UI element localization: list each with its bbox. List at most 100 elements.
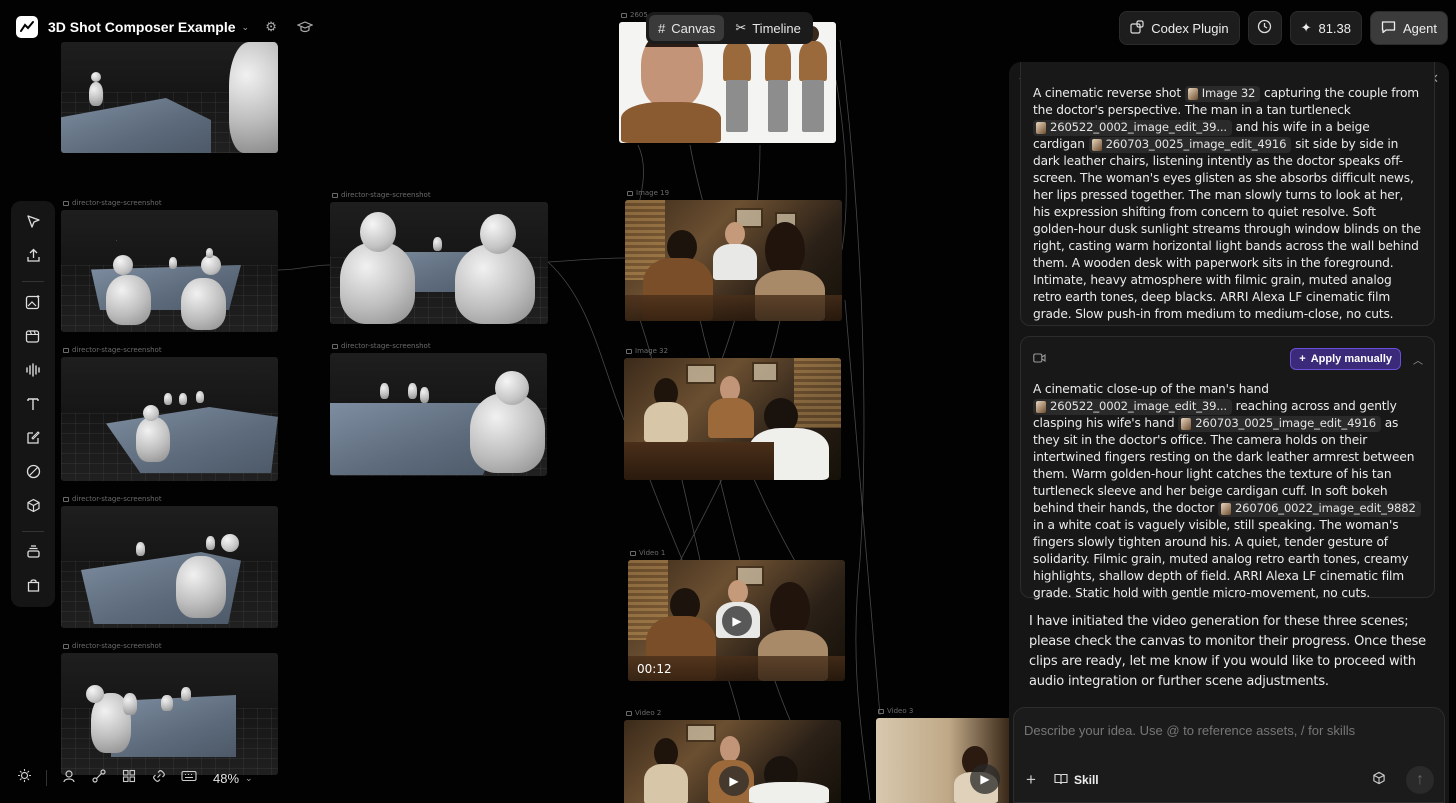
asset-chip[interactable]: 260706_0022_image_edit_9882 bbox=[1217, 500, 1421, 517]
asset-chip[interactable]: Image 32 bbox=[1184, 85, 1261, 102]
prompt-text: A cinematic reverse shot Image 32 captur… bbox=[1033, 85, 1423, 323]
asset-chip[interactable]: 260522_0002_image_edit_39... bbox=[1033, 119, 1232, 136]
node-label: director-stage-screenshot bbox=[72, 495, 162, 503]
stage-screenshot-node[interactable]: director-stage-screenshot bbox=[330, 191, 548, 324]
agent-toggle-button[interactable]: Agent bbox=[1370, 11, 1448, 45]
palette-icon bbox=[26, 464, 41, 484]
audio-button[interactable] bbox=[18, 357, 48, 387]
prompt-segment: in a white coat is vaguely visible, stil… bbox=[1033, 518, 1409, 600]
tab-canvas[interactable]: # Canvas bbox=[649, 15, 725, 41]
3d-tool-button[interactable] bbox=[18, 493, 48, 523]
note-tool-button[interactable] bbox=[18, 425, 48, 455]
node-label: director-stage-screenshot bbox=[72, 199, 162, 207]
sparkle-icon: ✦ bbox=[1300, 20, 1312, 35]
cursor-icon bbox=[26, 214, 41, 234]
asset-chip[interactable]: 260703_0025_image_edit_4916 bbox=[1178, 415, 1381, 432]
node-label: Image 19 bbox=[636, 189, 670, 197]
video-3-node[interactable]: Video 3 ▶ bbox=[876, 707, 1009, 803]
bottom-toolbar: 48% ⌄ bbox=[12, 764, 253, 792]
video-camera-icon bbox=[1033, 350, 1046, 368]
scissors-icon: ✂ bbox=[735, 20, 747, 35]
node-label: director-stage-screenshot bbox=[72, 346, 162, 354]
image-gen-button[interactable] bbox=[18, 289, 48, 319]
plugin-label: Codex Plugin bbox=[1151, 20, 1229, 36]
image-icon bbox=[63, 200, 69, 206]
image-32-node[interactable]: Image 32 bbox=[624, 347, 841, 480]
layers-button[interactable] bbox=[18, 539, 48, 569]
prompt-composer: + Skill ↑ bbox=[1013, 707, 1445, 803]
zoom-control[interactable]: 48% ⌄ bbox=[213, 771, 253, 786]
zoom-level: 48% bbox=[213, 770, 240, 786]
play-button[interactable]: ▶ bbox=[970, 764, 1000, 794]
credits-button[interactable]: ✦ 81.38 bbox=[1289, 11, 1363, 45]
upload-button[interactable] bbox=[18, 243, 48, 273]
play-icon: ▶ bbox=[732, 614, 742, 628]
draw-tool-button[interactable] bbox=[18, 459, 48, 489]
gear-icon[interactable]: ⚙ bbox=[259, 15, 283, 39]
chip-label: 260703_0025_image_edit_4916 bbox=[1195, 416, 1376, 430]
plus-icon: + bbox=[1299, 353, 1306, 365]
play-button[interactable]: ▶ bbox=[722, 606, 752, 636]
asset-chip[interactable]: 260703_0025_image_edit_4916 bbox=[1088, 136, 1292, 153]
select-tool-button[interactable] bbox=[18, 209, 48, 239]
agent-panel: + 0 ✕ A cinematic reverse shot Image 32 … bbox=[1009, 62, 1449, 803]
debug-button[interactable] bbox=[12, 766, 36, 790]
asset-chip[interactable]: 260522_0002_image_edit_39... bbox=[1033, 398, 1232, 415]
character-button[interactable] bbox=[57, 766, 81, 790]
tab-timeline[interactable]: ✂ Timeline bbox=[726, 15, 810, 41]
video-2-node[interactable]: Video 2 ▶ bbox=[624, 709, 841, 803]
stage-screenshot-node[interactable]: director-stage-screenshot · bbox=[61, 199, 278, 332]
prompt-input[interactable] bbox=[1024, 720, 1424, 740]
history-button[interactable] bbox=[1247, 11, 1282, 45]
skill-label: Skill bbox=[1073, 773, 1099, 787]
app-logo[interactable] bbox=[16, 16, 38, 38]
agent-label: Agent bbox=[1403, 20, 1437, 36]
text-tool-button[interactable] bbox=[18, 391, 48, 421]
video-1-node[interactable]: Video 1 ▶ 00:12 bbox=[628, 549, 845, 681]
prompt-segment: A cinematic close-up of the man's hand bbox=[1033, 382, 1269, 396]
apply-manually-button[interactable]: + Apply manually bbox=[1290, 348, 1401, 370]
play-icon: ▶ bbox=[729, 774, 739, 788]
add-attachment-icon[interactable]: + bbox=[1026, 770, 1036, 790]
send-button[interactable]: ↑ bbox=[1406, 766, 1434, 794]
chevron-down-icon[interactable]: ⌄ bbox=[242, 22, 250, 33]
video-icon bbox=[878, 708, 884, 714]
thumbnail-icon bbox=[1036, 121, 1046, 134]
node-label: Video 2 bbox=[635, 709, 662, 717]
graduation-cap-icon[interactable] bbox=[293, 15, 317, 39]
stage-screenshot-node[interactable]: director-stage-screenshot bbox=[330, 342, 547, 476]
grid-view-button[interactable] bbox=[117, 766, 141, 790]
image-icon bbox=[63, 643, 69, 649]
skill-button[interactable]: Skill bbox=[1054, 773, 1099, 788]
assets-button[interactable] bbox=[18, 573, 48, 603]
text-icon bbox=[26, 397, 40, 416]
image-icon bbox=[621, 12, 627, 18]
prompt-card: A cinematic reverse shot Image 32 captur… bbox=[1020, 62, 1435, 326]
stage-screenshot-node[interactable] bbox=[61, 42, 278, 153]
chevron-up-icon[interactable]: ︿ bbox=[1413, 352, 1423, 367]
stage-screenshot-node[interactable]: director-stage-screenshot bbox=[61, 346, 278, 481]
video-gen-button[interactable] bbox=[18, 323, 48, 353]
play-button[interactable]: ▶ bbox=[719, 766, 749, 796]
project-title[interactable]: 3D Shot Composer Example bbox=[48, 19, 236, 35]
3d-cube-icon[interactable] bbox=[1372, 771, 1386, 790]
video-gen-icon bbox=[25, 328, 41, 349]
stage-screenshot-node[interactable]: director-stage-screenshot bbox=[61, 642, 278, 775]
node-label: director-stage-screenshot bbox=[341, 191, 431, 199]
thumbnail-icon bbox=[1181, 417, 1192, 430]
connect-nodes-icon bbox=[92, 768, 106, 788]
image-19-node[interactable]: Image 19 bbox=[625, 189, 842, 321]
top-right-actions: Codex Plugin ✦ 81.38 Agent bbox=[1119, 11, 1448, 45]
view-mode-switch: # Canvas ✂ Timeline bbox=[646, 12, 813, 44]
keyboard-shortcuts-button[interactable] bbox=[177, 766, 201, 790]
link-button[interactable] bbox=[147, 766, 171, 790]
chip-label: 260703_0025_image_edit_4916 bbox=[1105, 137, 1287, 151]
upload-icon bbox=[26, 248, 41, 268]
stack-icon bbox=[26, 544, 41, 564]
stage-screenshot-node[interactable]: director-stage-screenshot bbox=[61, 495, 278, 628]
chevron-down-icon: ⌄ bbox=[245, 772, 253, 783]
play-icon: ▶ bbox=[980, 772, 990, 786]
project-header: 3D Shot Composer Example ⌄ ⚙ bbox=[16, 15, 317, 39]
connect-button[interactable] bbox=[87, 766, 111, 790]
codex-plugin-button[interactable]: Codex Plugin bbox=[1119, 11, 1240, 45]
